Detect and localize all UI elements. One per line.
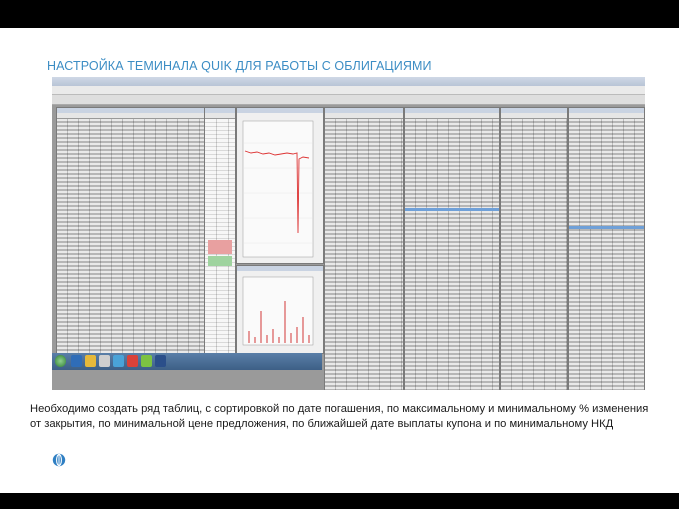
quik-terminal-screenshot: [52, 77, 645, 390]
taskbar-app-icon: [71, 355, 82, 367]
globe-logo-icon: [52, 453, 66, 467]
toolbar: [52, 95, 645, 105]
quotes-green-block: [208, 256, 232, 266]
taskbar-app-icon: [113, 355, 124, 367]
price-chart: [242, 120, 314, 258]
bonds-table-panel-4: [500, 107, 568, 390]
taskbar-app-icon: [155, 355, 166, 367]
bonds-table-panel-3: [404, 107, 500, 390]
bonds-table-panel-2: [324, 107, 404, 390]
window-titlebar: [52, 77, 645, 86]
taskbar-app-icon: [127, 355, 138, 367]
windows-taskbar: [52, 353, 322, 370]
letterbox-top: [0, 0, 679, 28]
volume-chart: [242, 276, 314, 346]
taskbar-app-icon: [85, 355, 96, 367]
quotes-red-block: [208, 240, 232, 254]
price-chart-panel: [236, 107, 324, 264]
quotes-panel: [204, 107, 236, 354]
start-button-icon: [55, 355, 66, 367]
volume-chart-panel: [236, 265, 324, 354]
slide-title: НАСТРОЙКА ТЕМИНАЛА QUIK ДЛЯ РАБОТЫ С ОБЛ…: [47, 59, 432, 73]
bonds-table-panel-5: [568, 107, 645, 390]
letterbox-bottom: [0, 493, 679, 509]
slide: НАСТРОЙКА ТЕМИНАЛА QUIK ДЛЯ РАБОТЫ С ОБЛ…: [0, 28, 679, 493]
bonds-table-panel-1: [56, 107, 205, 354]
taskbar-app-icon: [141, 355, 152, 367]
menubar: [52, 86, 645, 95]
slide-caption: Необходимо создать ряд таблиц, с сортиро…: [30, 403, 649, 430]
taskbar-app-icon: [99, 355, 110, 367]
